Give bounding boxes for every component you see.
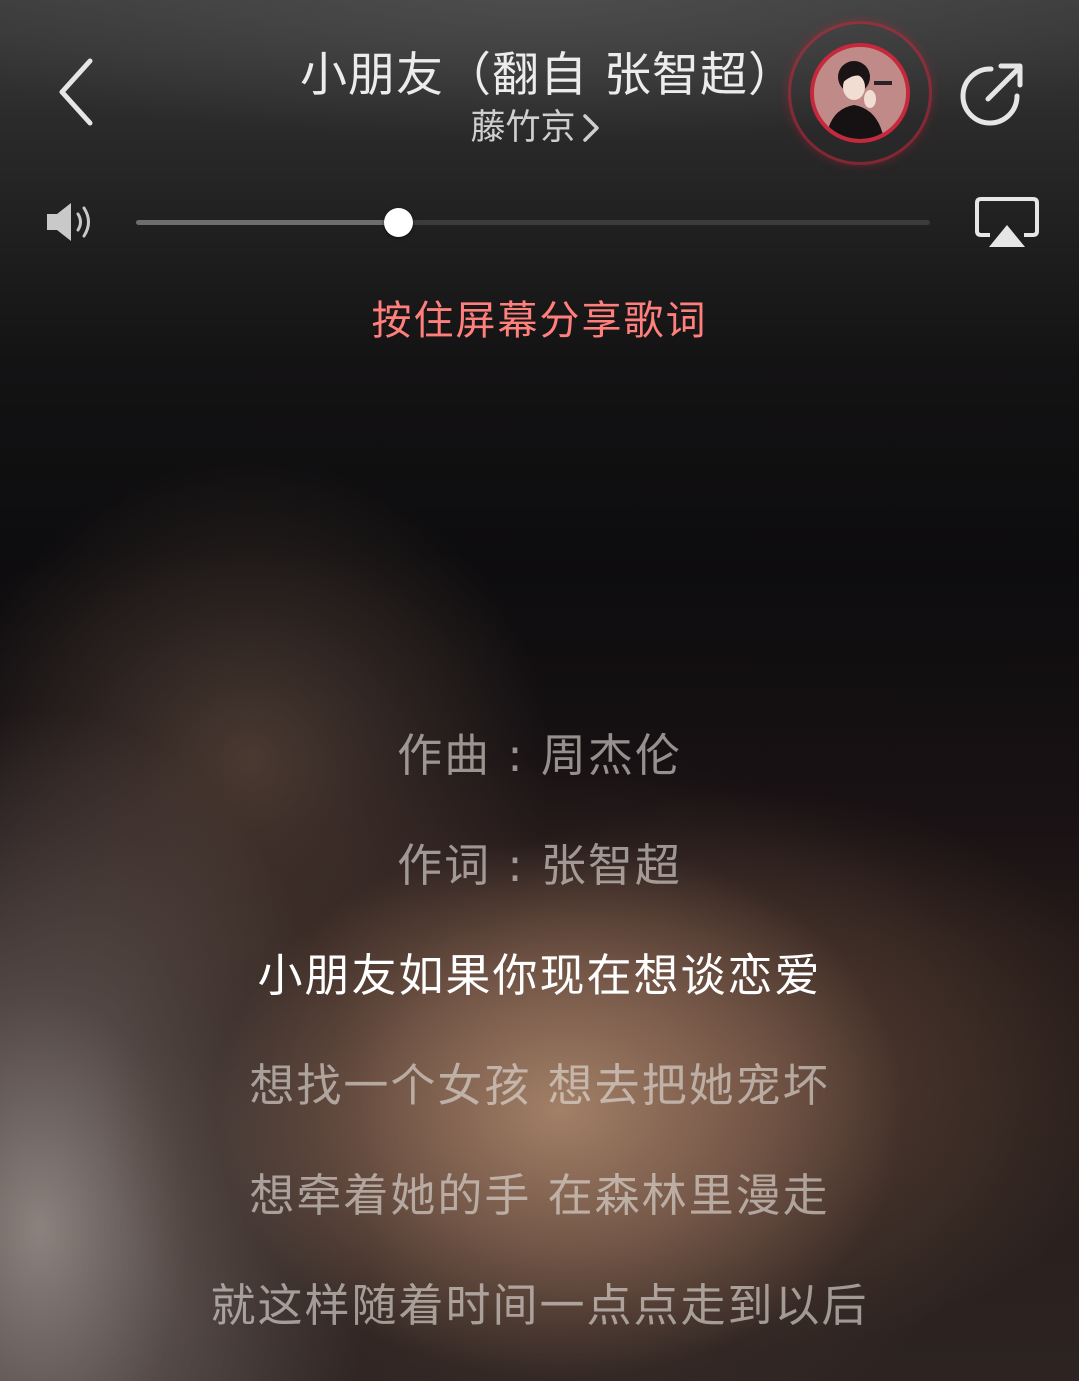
- lyric-line[interactable]: 就这样随着时间一点点走到以后: [0, 1276, 1079, 1381]
- lyrics-player-screen[interactable]: 小朋友（翻自 张智超） 藤竹京 按住屏幕分享歌词 作曲: 周杰伦 作词: 张…: [0, 0, 1079, 1381]
- speaker-icon: [47, 203, 90, 241]
- artist-link[interactable]: 藤竹京: [470, 106, 599, 150]
- airplay-icon: [975, 197, 1039, 247]
- chevron-right-icon: [582, 114, 599, 142]
- share-lyrics-hint: 按住屏幕分享歌词: [371, 298, 708, 344]
- current-lyric-line[interactable]: 小朋友如果你现在想谈恋爱: [0, 946, 1079, 1056]
- artist-name: 藤竹京: [470, 108, 576, 148]
- share-button[interactable]: [955, 58, 1029, 132]
- avatar-portrait: [814, 47, 906, 139]
- airplay-button[interactable]: [972, 195, 1042, 251]
- back-button[interactable]: [44, 52, 108, 132]
- avatar: [810, 43, 910, 143]
- lyrics-list[interactable]: 作曲 : 周杰伦 作词 : 张智超 小朋友如果你现在想谈恋爱 想找一个女孩 想去…: [0, 726, 1079, 1381]
- song-title: 小朋友（翻自 张智超）: [300, 48, 770, 103]
- chevron-left-icon: [59, 58, 93, 126]
- volume-slider[interactable]: [136, 208, 930, 237]
- artist-avatar-button[interactable]: [788, 21, 932, 165]
- lyric-line[interactable]: 想找一个女孩 想去把她宠坏: [0, 1056, 1079, 1166]
- share-icon: [960, 63, 1023, 126]
- song-header: 小朋友（翻自 张智超） 藤竹京: [300, 44, 770, 154]
- volume-slider-thumb[interactable]: [384, 208, 414, 237]
- volume-fill: [136, 220, 399, 225]
- lyric-line[interactable]: 想牵着她的手 在森林里漫走: [0, 1166, 1079, 1276]
- lyric-line[interactable]: 作曲 : 周杰伦: [0, 726, 1079, 836]
- lyric-line[interactable]: 作词 : 张智超: [0, 836, 1079, 946]
